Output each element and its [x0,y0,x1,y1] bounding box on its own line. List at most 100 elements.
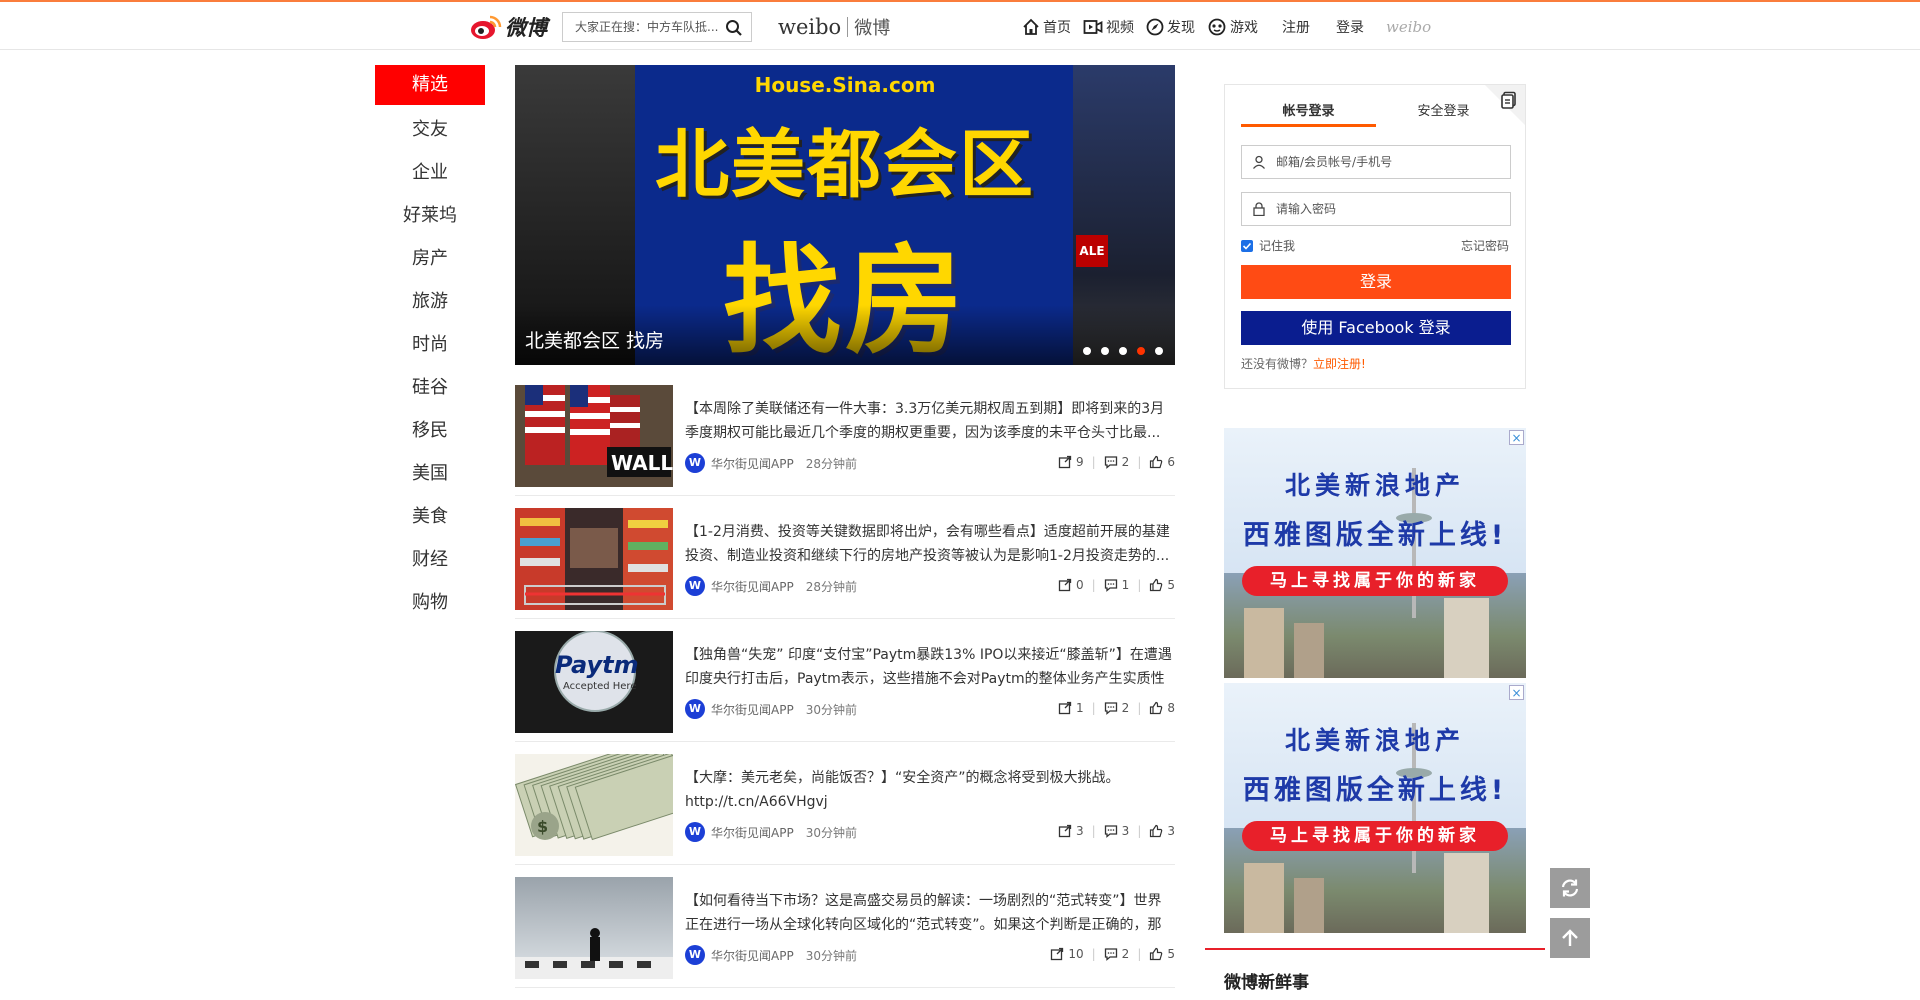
comment-button[interactable]: 3 [1104,824,1129,838]
sidebar-item-immigration[interactable]: 移民 [375,409,485,452]
ad-cta[interactable]: 马上寻找属于你的新家 [1242,821,1508,851]
password-box[interactable] [1241,192,1511,226]
sidebar-item-featured[interactable]: 精选 [375,65,485,105]
source-avatar-icon[interactable]: W [685,945,705,965]
login-button[interactable]: 登录 [1241,265,1511,299]
comment-button[interactable]: 2 [1104,947,1129,961]
repost-button[interactable]: 0 [1058,578,1084,592]
feed-title[interactable]: 【大摩：美元老矣，尚能饭否？】“安全资产”的概念将受到极大挑战。http://t… [685,766,1173,814]
sidebar-item-shopping[interactable]: 购物 [375,581,485,624]
feed-title[interactable]: 【独角兽“失宠” 印度“支付宝”Paytm暴跌13% IPO以来接近“膝盖斩”】… [685,643,1173,691]
tab-account-login[interactable]: 帐号登录 [1241,97,1376,127]
sidebar-item-travel[interactable]: 旅游 [375,280,485,323]
sidebar-item-usa[interactable]: 美国 [375,452,485,495]
remember-checkbox[interactable] [1241,239,1253,252]
logo-text: 微博 [505,15,547,40]
feed-thumbnail[interactable]: Paytm Accepted Here [515,631,673,733]
source-avatar-icon[interactable]: W [685,822,705,842]
feed-thumbnail[interactable] [515,877,673,979]
like-button[interactable]: 6 [1149,455,1175,469]
ad-close-icon[interactable]: × [1509,430,1524,445]
feed-source[interactable]: 华尔街见闻APP [711,455,794,472]
ad-banner-2[interactable]: 北美新浪地产 西雅图版全新上线! 马上寻找属于你的新家 × [1224,683,1526,933]
sidebar-item-hollywood[interactable]: 好莱坞 [375,194,485,237]
sidebar-item-fashion[interactable]: 时尚 [375,323,485,366]
repost-button[interactable]: 1 [1058,701,1084,715]
refresh-icon [1561,879,1579,897]
username-input[interactable] [1274,154,1508,170]
repost-button[interactable]: 3 [1058,824,1084,838]
sidebar-item-business[interactable]: 企业 [375,151,485,194]
carousel-dot[interactable] [1119,347,1127,355]
comment-button[interactable]: 2 [1104,701,1129,715]
feed-thumbnail[interactable] [515,508,673,610]
ad-banner-1[interactable]: 北美新浪地产 西雅图版全新上线! 马上寻找属于你的新家 × [1224,428,1526,678]
feed-item[interactable]: $ 【大摩：美元老矣，尚能饭否？】“安全资产”的概念将受到极大挑战。http://… [515,754,1175,865]
carousel-dot[interactable] [1083,347,1091,355]
search-box[interactable] [562,12,752,42]
search-icon[interactable] [725,19,743,37]
banner-carousel[interactable]: ALE House.Sina.com 北美都会区 找房 北美都会区 找房 [515,65,1175,365]
thumb-wall-text: WALL [611,451,673,475]
refresh-button[interactable] [1550,868,1590,908]
feed-source[interactable]: 华尔街见闻APP [711,824,794,841]
nav-discover[interactable]: 发现 [1146,17,1195,37]
carousel-dot[interactable] [1137,347,1145,355]
feed-title[interactable]: 【如何看待当下市场？这是高盛交易员的解读：一场剧烈的“范式转变”】世界正在进行一… [685,889,1173,937]
like-button[interactable]: 8 [1149,701,1175,715]
like-button[interactable]: 3 [1149,824,1175,838]
feed-item[interactable]: 【如何看待当下市场？这是高盛交易员的解读：一场剧烈的“范式转变”】世界正在进行一… [515,877,1175,988]
weibo-logo[interactable]: 微博 [470,12,547,42]
username-box[interactable] [1241,145,1511,179]
news-feed: WALL 【本周除了美联储还有一件大事：3.3万亿美元期权周五到期】即将到来的3月… [515,385,1175,1000]
repost-icon [1058,824,1072,838]
feed-item[interactable]: Paytm Accepted Here 【独角兽“失宠” 印度“支付宝”Paytm暴… [515,631,1175,742]
source-avatar-icon[interactable]: W [685,699,705,719]
sidebar-item-realestate[interactable]: 房产 [375,237,485,280]
ad-building [1244,863,1284,933]
facebook-login-button[interactable]: 使用 Facebook 登录 [1241,311,1511,345]
nav-home[interactable]: 首页 [1022,17,1071,37]
repost-count: 9 [1075,455,1084,469]
password-input[interactable] [1274,201,1508,217]
comment-button[interactable]: 1 [1104,578,1129,592]
back-to-top-button[interactable] [1550,918,1590,958]
nav-video[interactable]: 视频 [1083,17,1134,37]
feed-item[interactable]: 【1-2月消费、投资等关键数据即将出炉，会有哪些看点】适度超前开展的基建投资、制… [515,508,1175,619]
sidebar-item-finance[interactable]: 财经 [375,538,485,581]
register-link[interactable]: 注册 [1282,17,1310,37]
sidebar-item-food[interactable]: 美食 [375,495,485,538]
register-now-link[interactable]: 立即注册! [1313,357,1366,371]
signup-prompt: 还没有微博？立即注册! [1241,355,1366,372]
feed-source[interactable]: 华尔街见闻APP [711,947,794,964]
ad-cta[interactable]: 马上寻找属于你的新家 [1242,566,1508,596]
ad-close-icon[interactable]: × [1509,685,1524,700]
remember-me[interactable]: 记住我 [1241,237,1295,254]
like-button[interactable]: 5 [1149,947,1175,961]
carousel-dot[interactable] [1101,347,1109,355]
feed-thumbnail[interactable]: WALL [515,385,673,487]
search-input[interactable] [573,19,725,35]
feed-source[interactable]: 华尔街见闻APP [711,578,794,595]
like-button[interactable]: 5 [1149,578,1175,592]
comment-button[interactable]: 2 [1104,455,1129,469]
feed-title[interactable]: 【1-2月消费、投资等关键数据即将出炉，会有哪些看点】适度超前开展的基建投资、制… [685,520,1173,568]
comment-icon [1104,579,1117,592]
sidebar-item-dating[interactable]: 交友 [375,108,485,151]
login-link[interactable]: 登录 [1336,17,1364,37]
like-count: 8 [1167,701,1175,715]
tab-secure-login[interactable]: 安全登录 [1376,97,1511,127]
source-avatar-icon[interactable]: W [685,576,705,596]
feed-thumbnail[interactable]: $ [515,754,673,856]
feed-title[interactable]: 【本周除了美联储还有一件大事：3.3万亿美元期权周五到期】即将到来的3月季度期权… [685,397,1173,445]
feed-item[interactable]: WALL 【本周除了美联储还有一件大事：3.3万亿美元期权周五到期】即将到来的3月… [515,385,1175,496]
nav-games[interactable]: 游戏 [1207,17,1258,37]
forgot-password-link[interactable]: 忘记密码 [1461,237,1509,254]
sidebar-item-siliconvalley[interactable]: 硅谷 [375,366,485,409]
repost-button[interactable]: 10 [1050,947,1084,961]
repost-button[interactable]: 9 [1058,455,1084,469]
feed-source[interactable]: 华尔街见闻APP [711,701,794,718]
source-avatar-icon[interactable]: W [685,453,705,473]
carousel-dot[interactable] [1155,347,1163,355]
no-account-text: 还没有微博？ [1241,357,1314,371]
